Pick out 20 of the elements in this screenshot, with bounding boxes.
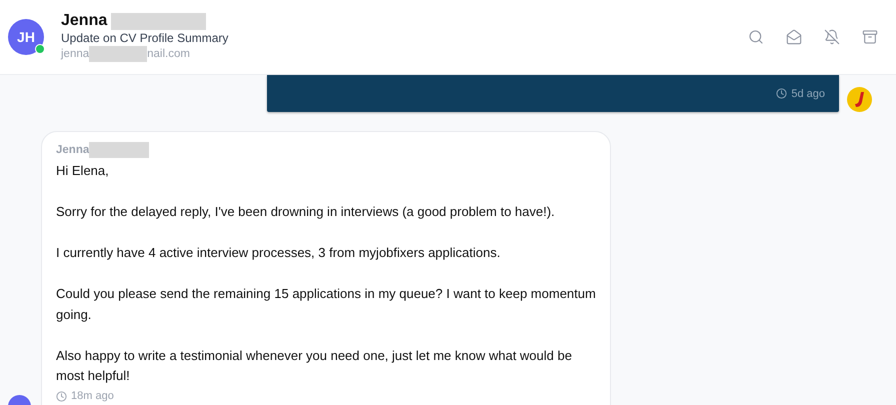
bell-off-button[interactable] (822, 27, 842, 47)
email-text: nail.com (147, 48, 190, 60)
redaction-bar (89, 142, 150, 158)
message-text: Also happy to write a testimonial whenever you need one, just let me know what would be most helpful! (56, 346, 573, 385)
conversation-subject: Update on CV Profile Summary (61, 31, 230, 45)
clock-icon (56, 390, 67, 402)
message-text: I currently have 4 active interview processes, 3 from myjobfixers applications. (56, 244, 502, 262)
message-text: Hi Elena, (56, 162, 110, 180)
redaction-bar (89, 46, 148, 62)
timestamp: 18m ago (71, 390, 114, 402)
email-text: jenna (61, 48, 90, 60)
contact-name: Jenna (61, 12, 108, 30)
clock-icon (776, 88, 788, 99)
message-text: Could you please send the remaining 15 applications in my queue? I want to keep momentum going. (56, 285, 596, 324)
mail-open-button[interactable] (784, 27, 804, 47)
sender-name: Jenna (56, 144, 90, 156)
message-text: Sorry for the delayed reply, I've been drowning in interviews (a good problem to have!). (56, 203, 556, 221)
logo-icon (847, 87, 872, 112)
avatar: JH (8, 19, 44, 55)
timestamp: 5d ago (791, 88, 825, 100)
